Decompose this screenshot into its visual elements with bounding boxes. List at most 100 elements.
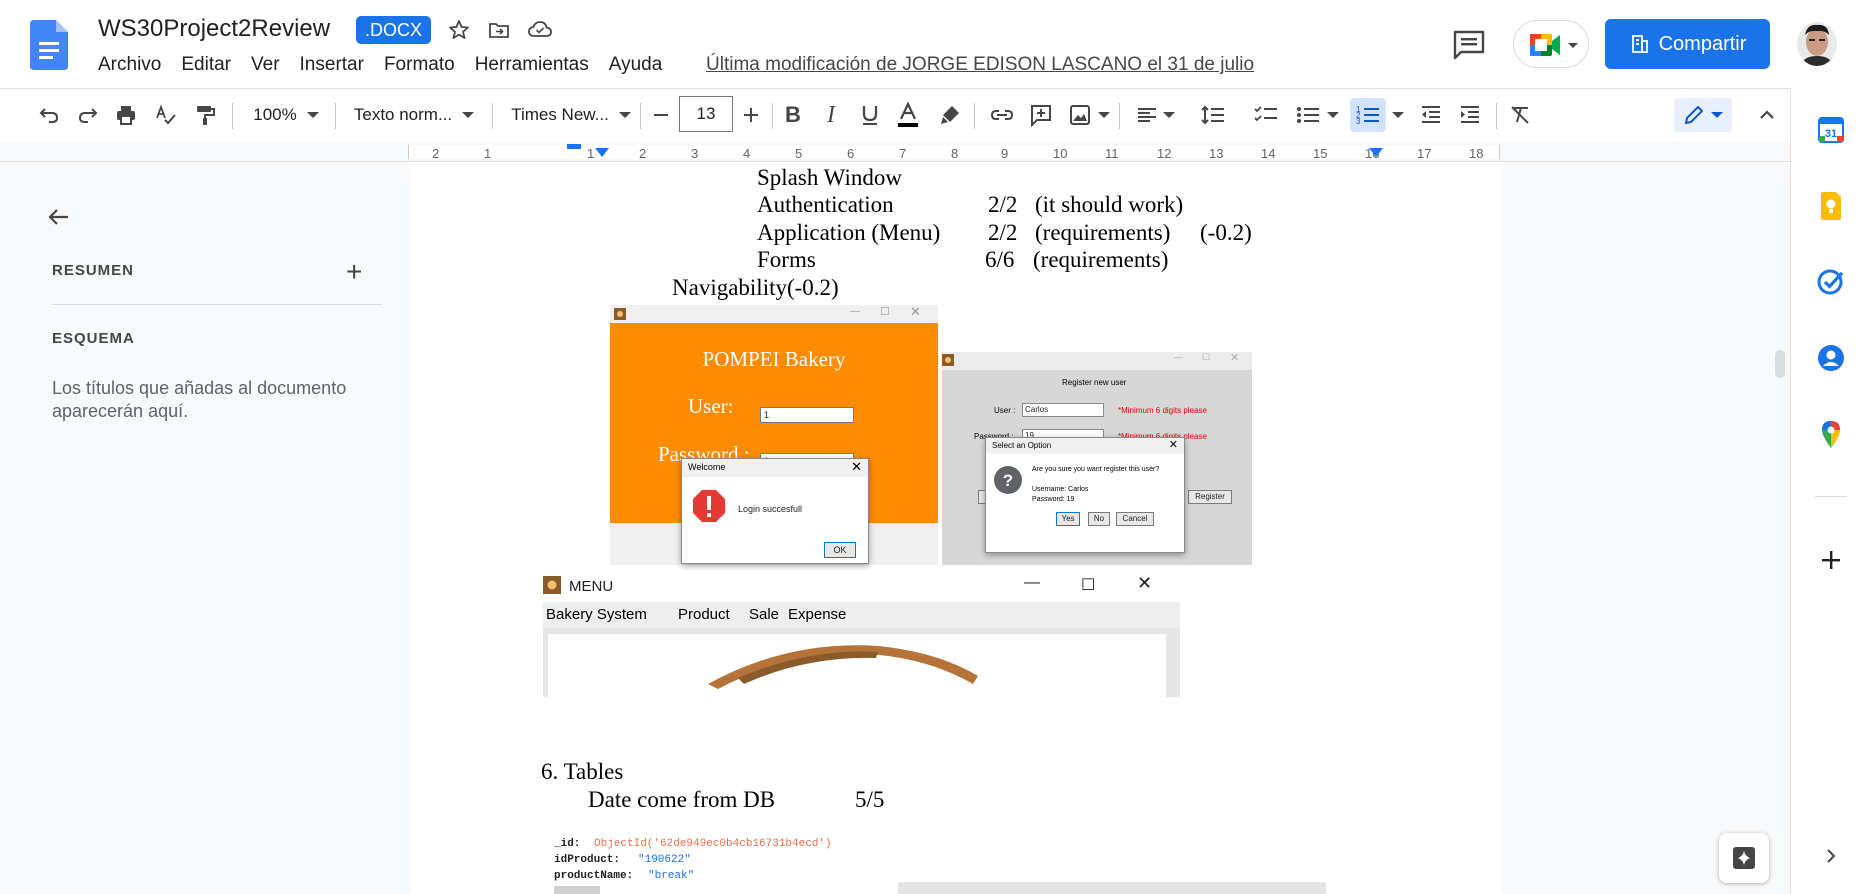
maximize-icon[interactable]: ☐: [1202, 352, 1210, 363]
star-icon[interactable]: [445, 16, 473, 44]
toolbar-divider: [232, 103, 233, 129]
minimize-icon[interactable]: —: [850, 306, 860, 317]
chevron-down-icon: [1711, 112, 1723, 118]
ok-button[interactable]: OK: [824, 542, 856, 558]
clear-formatting-icon[interactable]: [1505, 98, 1535, 132]
login-user-input[interactable]: 1: [760, 407, 854, 423]
meet-button[interactable]: [1513, 20, 1589, 68]
move-folder-icon[interactable]: [485, 16, 513, 44]
first-line-indent-marker[interactable]: [567, 144, 581, 149]
add-addon-icon[interactable]: [1815, 544, 1847, 576]
yes-button[interactable]: Yes: [1056, 512, 1080, 526]
back-arrow-icon[interactable]: [44, 202, 74, 237]
left-indent-marker[interactable]: [595, 148, 609, 158]
menu-item-product[interactable]: Product: [678, 606, 730, 623]
underline-icon[interactable]: [855, 98, 885, 132]
editing-mode-button[interactable]: [1674, 98, 1732, 132]
doc-auth-note: (it should work): [1035, 192, 1184, 217]
minimize-icon[interactable]: —: [1024, 574, 1040, 592]
spellcheck-icon[interactable]: [151, 98, 181, 132]
cancel-button[interactable]: Cancel: [1116, 512, 1154, 526]
decrease-font-size-button[interactable]: [646, 98, 676, 132]
cloud-status-icon[interactable]: [526, 16, 554, 44]
font-size-input[interactable]: 13: [679, 96, 733, 132]
line-spacing-icon[interactable]: [1198, 98, 1228, 132]
menu-insertar[interactable]: Insertar: [300, 54, 364, 76]
menu-ver[interactable]: Ver: [251, 54, 280, 76]
highlight-icon[interactable]: [935, 98, 965, 132]
select-option-password: Password: 19: [1032, 496, 1075, 503]
expand-panel-icon[interactable]: [1815, 840, 1847, 872]
explore-button[interactable]: [1719, 833, 1769, 883]
italic-icon[interactable]: I: [816, 98, 846, 132]
bulleted-list-button[interactable]: [1290, 98, 1344, 132]
share-button[interactable]: Compartir: [1605, 19, 1770, 69]
doc-forms-note: (requirements): [1033, 247, 1169, 272]
maps-icon[interactable]: [1815, 418, 1847, 450]
paragraph-style-select[interactable]: Texto norm...: [350, 98, 478, 132]
maximize-icon[interactable]: ☐: [880, 305, 890, 318]
select-option-username: Username: Carlos: [1032, 486, 1089, 493]
keep-icon[interactable]: [1815, 190, 1847, 222]
side-panel-rail: 31: [1790, 88, 1869, 894]
print-icon[interactable]: [111, 98, 141, 132]
document-scrollbar[interactable]: [1775, 350, 1785, 378]
menu-window-menubar: Bakery System Product Sale Expense: [543, 602, 1180, 628]
no-button[interactable]: No: [1088, 512, 1110, 526]
collapse-menus-icon[interactable]: [1752, 98, 1782, 132]
welcome-dialog-body: Login succesfull OK: [682, 477, 868, 563]
menu-archivo[interactable]: Archivo: [98, 54, 161, 76]
ruler-number: 8: [951, 146, 959, 161]
menu-window-body: [543, 628, 1180, 697]
contacts-icon[interactable]: [1815, 342, 1847, 374]
align-button[interactable]: [1133, 98, 1177, 132]
paint-format-icon[interactable]: [190, 98, 220, 132]
avatar[interactable]: [1797, 22, 1837, 66]
menu-item-expense[interactable]: Expense: [788, 606, 846, 623]
last-modified-link[interactable]: Última modificación de JORGE EDISON LASC…: [706, 54, 1254, 76]
menu-item-bakery-system[interactable]: Bakery System: [546, 606, 647, 623]
zoom-select[interactable]: 100%: [248, 98, 324, 132]
tasks-icon[interactable]: [1815, 266, 1847, 298]
minimize-icon[interactable]: —: [1174, 352, 1183, 362]
increase-indent-icon[interactable]: [1455, 98, 1485, 132]
menu-ayuda[interactable]: Ayuda: [609, 54, 663, 76]
menu-item-sale[interactable]: Sale: [749, 606, 779, 623]
right-indent-marker[interactable]: [1369, 148, 1383, 158]
maximize-icon[interactable]: ☐: [1081, 575, 1095, 595]
numbered-list-button[interactable]: 123: [1350, 98, 1386, 132]
close-icon[interactable]: ✕: [1137, 573, 1152, 594]
decrease-indent-icon[interactable]: [1416, 98, 1446, 132]
add-summary-icon[interactable]: +: [346, 258, 362, 286]
image-icon: [1070, 105, 1090, 125]
increase-font-size-button[interactable]: [736, 98, 766, 132]
comments-icon[interactable]: [1449, 26, 1489, 62]
ruler-track[interactable]: 2 1 1 2 3 4 5 6 7 8 9 10 11 12 13 14 15 …: [408, 144, 1500, 161]
tables-line: Date come from DB: [588, 787, 776, 812]
menu-herramientas[interactable]: Herramientas: [475, 54, 589, 76]
redo-icon[interactable]: [73, 98, 103, 132]
close-icon[interactable]: ✕: [910, 304, 921, 320]
checklist-icon[interactable]: [1251, 98, 1281, 132]
undo-icon[interactable]: [34, 98, 64, 132]
font-family-select[interactable]: Times New...: [508, 98, 634, 132]
close-icon[interactable]: ✕: [851, 459, 862, 475]
docs-logo-icon[interactable]: [30, 20, 68, 70]
ruler-number: 1: [484, 146, 492, 161]
insert-image-button[interactable]: [1066, 98, 1112, 132]
add-comment-icon[interactable]: [1026, 98, 1056, 132]
calendar-icon[interactable]: 31: [1815, 114, 1847, 146]
document-page[interactable]: Splash Window Authentication 2/2 (it sho…: [410, 162, 1502, 894]
svg-text:3: 3: [1356, 117, 1361, 126]
insert-link-icon[interactable]: [987, 98, 1017, 132]
register-user-input[interactable]: Carlos: [1022, 403, 1104, 417]
menu-editar[interactable]: Editar: [181, 54, 231, 76]
text-color-icon[interactable]: [893, 98, 923, 132]
close-icon[interactable]: ✕: [1230, 351, 1239, 364]
register-button[interactable]: Register: [1188, 490, 1232, 504]
menu-formato[interactable]: Formato: [384, 54, 455, 76]
close-icon[interactable]: ✕: [1169, 438, 1178, 451]
document-title[interactable]: WS30Project2Review: [98, 15, 330, 43]
numbered-list-options[interactable]: [1388, 98, 1408, 132]
bold-icon[interactable]: B: [778, 98, 808, 132]
